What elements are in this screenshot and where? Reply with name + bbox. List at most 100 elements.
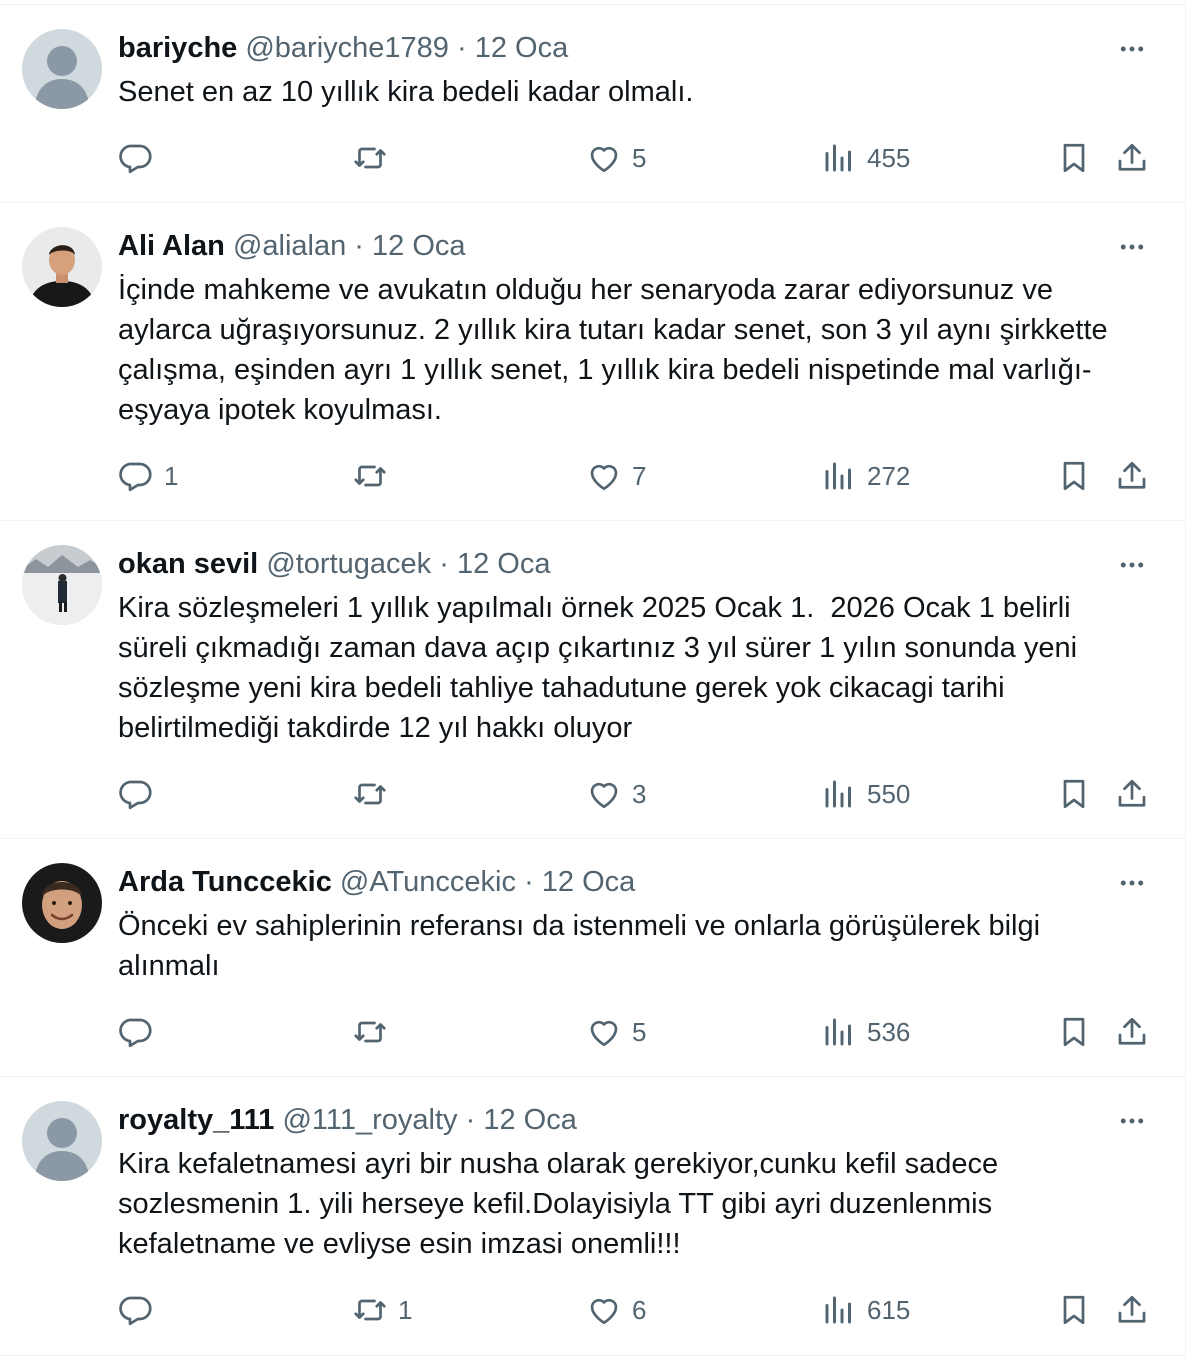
- more-button[interactable]: [1112, 227, 1152, 267]
- tweet-text: Senet en az 10 yıllık kira bedeli kadar …: [118, 76, 694, 108]
- share-button[interactable]: [1114, 1010, 1150, 1054]
- tweet-date[interactable]: 12 Oca: [372, 230, 466, 262]
- retweet-icon: [354, 465, 386, 487]
- tweet-date[interactable]: 12 Oca: [542, 866, 636, 898]
- retweet-button[interactable]: [352, 136, 398, 180]
- reply-button[interactable]: [118, 772, 164, 816]
- views-button[interactable]: 536: [821, 1010, 910, 1054]
- like-button[interactable]: 5: [586, 136, 646, 180]
- tweet[interactable]: royalty_111 @111_royalty · 12 Oca Kira k…: [0, 1077, 1186, 1356]
- reply-button[interactable]: [118, 1288, 164, 1332]
- like-button[interactable]: 5: [586, 1010, 646, 1054]
- bookmark-button[interactable]: [1056, 1288, 1092, 1332]
- share-icon: [1118, 779, 1146, 807]
- share-button[interactable]: [1114, 136, 1150, 180]
- retweet-button[interactable]: 1: [352, 1288, 412, 1332]
- more-icon: [1120, 562, 1144, 568]
- tweet[interactable]: bariyche @bariyche1789 · 12 Oca Senet en…: [0, 5, 1186, 203]
- views-button[interactable]: 272: [821, 454, 910, 498]
- separator: ·: [354, 230, 364, 262]
- avatar[interactable]: [22, 863, 102, 943]
- views-button[interactable]: 615: [821, 1288, 910, 1332]
- tweet[interactable]: Ali Alan @alialan · 12 Oca İçinde mahkem…: [0, 203, 1186, 521]
- user-handle[interactable]: @ATunccekic: [340, 866, 516, 898]
- like-button[interactable]: 6: [586, 1288, 646, 1332]
- heart-icon: [590, 782, 618, 809]
- heart-icon: [590, 146, 618, 173]
- display-name[interactable]: royalty_111: [118, 1104, 274, 1136]
- bookmark-button[interactable]: [1056, 1010, 1092, 1054]
- tweet-header: Ali Alan @alialan · 12 Oca: [118, 226, 466, 266]
- bookmark-icon: [1063, 1017, 1085, 1047]
- tweet-date[interactable]: 12 Oca: [475, 32, 569, 64]
- user-handle[interactable]: @tortugacek: [266, 548, 431, 580]
- user-handle[interactable]: @alialan: [233, 230, 346, 262]
- bookmark-button[interactable]: [1056, 454, 1092, 498]
- avatar[interactable]: [22, 1101, 102, 1181]
- tweet[interactable]: okan sevil @tortugacek · 12 Oca Kira söz…: [0, 521, 1186, 839]
- bookmark-button[interactable]: [1056, 136, 1092, 180]
- user-handle[interactable]: @111_royalty: [282, 1104, 457, 1136]
- more-button[interactable]: [1112, 29, 1152, 69]
- share-icon: [1118, 143, 1146, 171]
- tweet-actions: 1 6 615: [118, 1288, 1158, 1332]
- more-button[interactable]: [1112, 863, 1152, 903]
- like-button[interactable]: 3: [586, 772, 646, 816]
- share-button[interactable]: [1114, 772, 1150, 816]
- retweet-button[interactable]: [352, 772, 398, 816]
- views-icon: [825, 1296, 851, 1324]
- reply-icon: [119, 780, 152, 810]
- retweet-icon: [354, 147, 386, 169]
- tweet-actions: 3 550: [118, 772, 1158, 816]
- retweet-button[interactable]: [352, 454, 398, 498]
- tweet-date[interactable]: 12 Oca: [457, 548, 551, 580]
- profile-photo-icon: [22, 227, 102, 307]
- reply-button[interactable]: 1: [118, 454, 178, 498]
- reply-icon: [119, 1296, 152, 1326]
- retweet-button[interactable]: [352, 1010, 398, 1054]
- views-button[interactable]: 455: [821, 136, 910, 180]
- more-button[interactable]: [1112, 1101, 1152, 1141]
- user-handle[interactable]: @bariyche1789: [245, 32, 449, 64]
- like-count: 5: [632, 142, 647, 173]
- reply-button[interactable]: [118, 136, 164, 180]
- views-icon: [825, 1018, 851, 1046]
- display-name[interactable]: Ali Alan: [118, 230, 225, 262]
- reply-count: 1: [164, 460, 179, 491]
- like-count: 3: [632, 778, 647, 809]
- views-button[interactable]: 550: [821, 772, 910, 816]
- tweet-date[interactable]: 12 Oca: [483, 1104, 577, 1136]
- display-name[interactable]: okan sevil: [118, 548, 258, 580]
- avatar[interactable]: [22, 545, 102, 625]
- retweet-count: 1: [398, 1294, 413, 1325]
- separator: ·: [524, 866, 534, 898]
- share-button[interactable]: [1114, 454, 1150, 498]
- more-icon: [1120, 244, 1144, 250]
- retweet-icon: [354, 1299, 386, 1321]
- bookmark-icon: [1063, 1295, 1085, 1325]
- avatar[interactable]: [22, 227, 102, 307]
- reply-feed: bariyche @bariyche1789 · 12 Oca Senet en…: [0, 0, 1186, 1360]
- bookmark-button[interactable]: [1056, 772, 1092, 816]
- avatar[interactable]: [22, 29, 102, 109]
- heart-icon: [590, 1298, 618, 1325]
- display-name[interactable]: bariyche: [118, 32, 237, 64]
- tweet-text: İçinde mahkeme ve avukatın olduğu her se…: [118, 274, 1116, 426]
- tweet-header: royalty_111 @111_royalty · 12 Oca: [118, 1100, 577, 1140]
- views-icon: [825, 144, 851, 172]
- reply-button[interactable]: [118, 1010, 164, 1054]
- tweet-text: Kira kefaletnamesi ayri bir nusha olarak…: [118, 1148, 1007, 1260]
- more-button[interactable]: [1112, 545, 1152, 585]
- like-button[interactable]: 7: [586, 454, 646, 498]
- view-count: 536: [867, 1016, 911, 1047]
- profile-photo-icon: [22, 545, 102, 625]
- tweet-text: Kira sözleşmeleri 1 yıllık yapılmalı örn…: [118, 592, 1086, 744]
- reply-icon: [119, 1018, 152, 1048]
- tweet[interactable]: Arda Tunccekic @ATunccekic · 12 Oca Önce…: [0, 839, 1186, 1077]
- bookmark-icon: [1063, 461, 1085, 491]
- share-button[interactable]: [1114, 1288, 1150, 1332]
- display-name[interactable]: Arda Tunccekic: [118, 866, 332, 898]
- more-icon: [1120, 46, 1144, 52]
- default-avatar-icon: [22, 1101, 102, 1181]
- tweet-text: Önceki ev sahiplerinin referansı da iste…: [118, 910, 1049, 982]
